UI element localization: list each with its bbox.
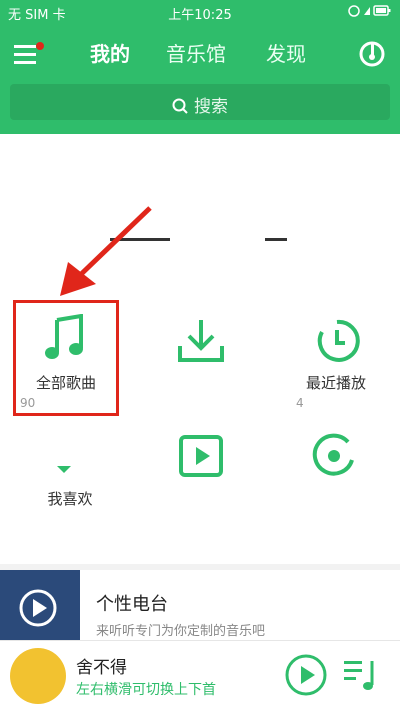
downloads-button[interactable] <box>176 318 226 368</box>
music-disc-icon <box>359 41 385 67</box>
play-button[interactable] <box>284 653 328 701</box>
radio-subtitle: 来听听专门为你定制的音乐吧 <box>96 624 266 639</box>
app-header: 我的 音乐馆 发现 搜索 <box>0 24 400 134</box>
radio-title: 个性电台 <box>96 594 168 615</box>
playlist-icon <box>344 661 374 690</box>
menu-button[interactable] <box>14 42 44 66</box>
play-icon <box>285 654 327 696</box>
clock-icon <box>317 319 360 362</box>
tab-discover[interactable]: 发现 <box>266 38 306 67</box>
heart-icon <box>57 466 71 473</box>
divider <box>265 238 287 241</box>
favorite-label: 我喜欢 <box>47 490 93 508</box>
search-label: 搜索 <box>194 97 228 117</box>
recent-item[interactable]: 最近播放 4 <box>296 318 388 418</box>
download-icon <box>178 320 224 362</box>
recent-count: 4 <box>296 396 304 410</box>
play-icon <box>19 589 57 627</box>
search-bar[interactable]: 搜索 <box>10 84 390 120</box>
disc-icon <box>312 433 354 476</box>
player-mode-button[interactable] <box>358 38 386 74</box>
song-title: 舍不得 <box>76 658 127 678</box>
personal-radio-card[interactable]: 个性电台 来听听专门为你定制的音乐吧 <box>0 570 400 640</box>
menu-icon <box>14 42 44 64</box>
highlight-box <box>13 300 119 416</box>
videos-button[interactable] <box>178 434 224 480</box>
battery-icon <box>348 4 392 22</box>
favorite-item[interactable]: 我喜欢 <box>30 440 100 510</box>
album-art <box>10 648 66 704</box>
search-icon <box>172 98 188 114</box>
status-bar: 无 SIM 卡 上午10:25 <box>0 0 400 24</box>
tab-mine[interactable]: 我的 <box>90 38 130 67</box>
radio-cover <box>0 570 80 640</box>
tab-music-hall[interactable]: 音乐馆 <box>166 38 226 67</box>
playlist-button[interactable] <box>342 655 386 699</box>
time-text: 上午10:25 <box>168 8 232 23</box>
player-hint: 左右横滑可切换上下首 <box>76 682 216 698</box>
arrow-annotation-icon <box>60 206 152 296</box>
radio-disc-button[interactable] <box>312 432 358 480</box>
mini-player[interactable]: 舍不得 左右横滑可切换上下首 <box>0 640 400 711</box>
video-icon <box>179 435 223 477</box>
recent-label: 最近播放 <box>305 374 366 392</box>
search-placeholder: 搜索 <box>10 92 390 117</box>
